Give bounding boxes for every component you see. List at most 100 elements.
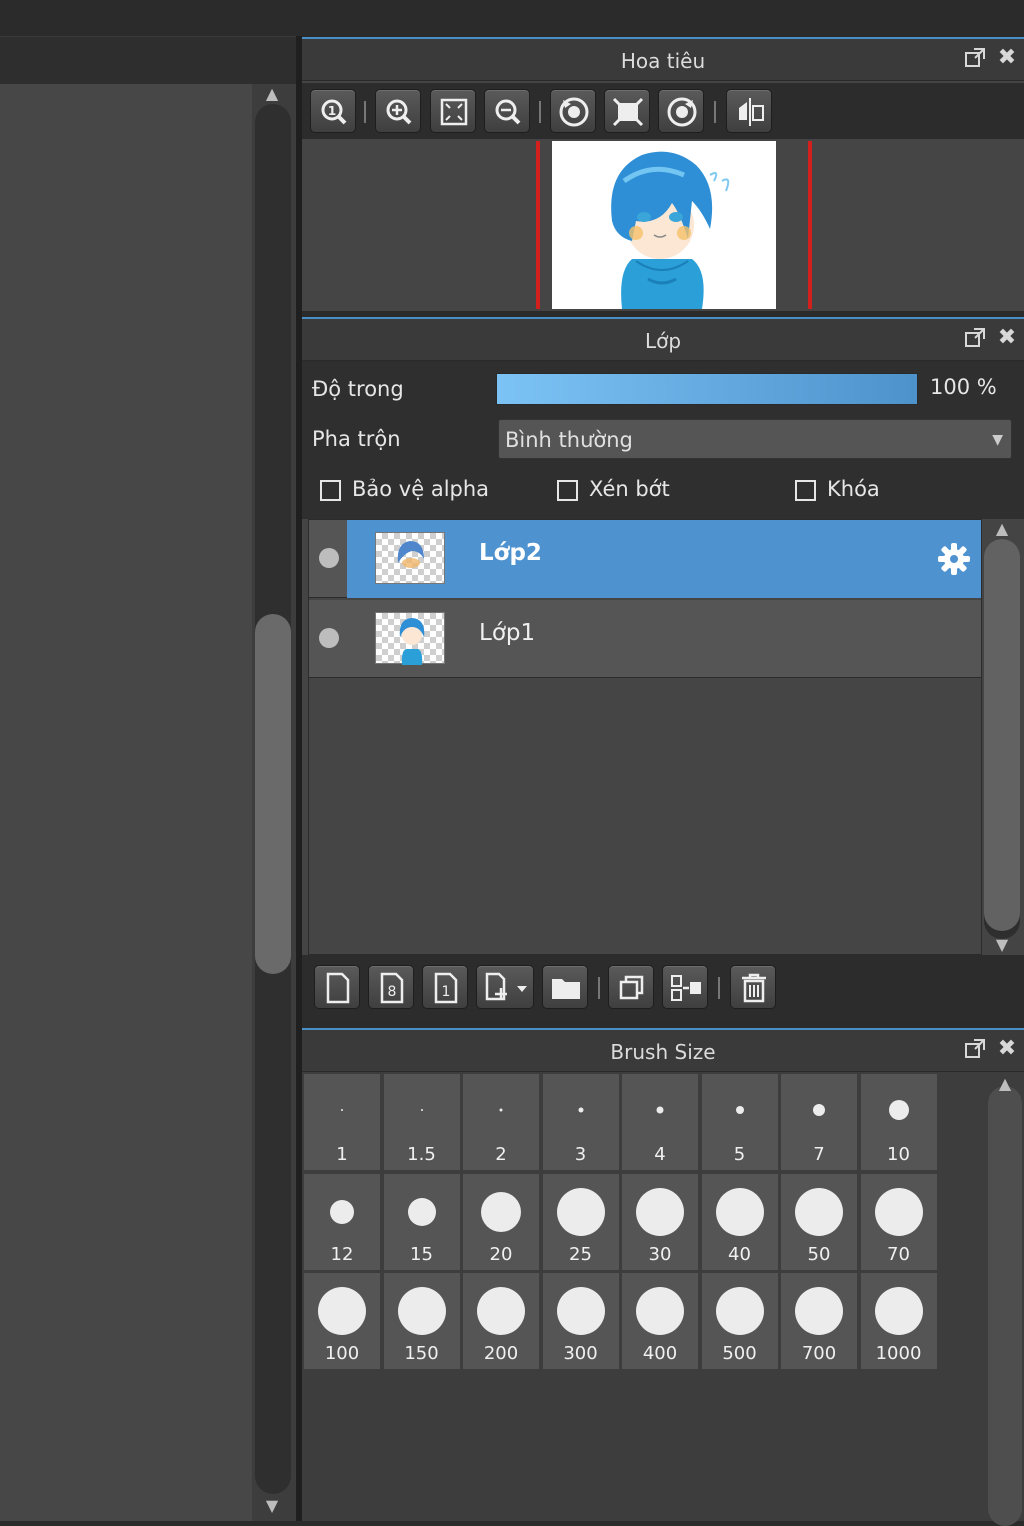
brush-scrollbar-thumb[interactable]: [988, 1086, 1022, 1526]
blend-mode-value: Bình thường: [505, 428, 633, 452]
brush-size-option[interactable]: 100: [304, 1273, 380, 1369]
folder-icon[interactable]: [542, 965, 588, 1009]
clipping-checkbox[interactable]: [557, 480, 578, 501]
duplicate-layer-icon[interactable]: [608, 965, 654, 1009]
brush-size-option[interactable]: 20: [463, 1173, 539, 1270]
brush-size-option[interactable]: 1: [304, 1074, 380, 1170]
brush-size-label: 20: [489, 1243, 513, 1265]
layer-scroll-up-icon[interactable]: ▲: [992, 519, 1012, 539]
lock-label: Khóa: [827, 477, 880, 501]
brush-size-label: 1.5: [407, 1144, 436, 1165]
layer-thumbnail: [375, 612, 445, 665]
lock-checkbox[interactable]: [795, 480, 816, 501]
layer-scroll-down-icon[interactable]: ▼: [992, 935, 1012, 955]
brush-size-label: 12: [330, 1243, 354, 1265]
brush-size-label: 30: [648, 1243, 672, 1265]
visibility-icon[interactable]: [319, 548, 339, 568]
brush-size-label: 70: [887, 1243, 910, 1265]
fit-width-icon[interactable]: [604, 89, 650, 133]
brush-size-option[interactable]: 400: [622, 1273, 698, 1369]
brush-dot-icon: [341, 1109, 343, 1111]
brush-size-option[interactable]: 4: [622, 1074, 698, 1170]
brush-size-option[interactable]: 10: [860, 1074, 937, 1170]
layer-row[interactable]: Lớp2: [309, 520, 981, 598]
brush-size-option[interactable]: 300: [542, 1273, 619, 1369]
new-layer-icon[interactable]: [314, 965, 360, 1009]
brush-size-grid: 1 1.5 2 3 4 5 7 10 12 15 20 25 30 40 50 70 100 150 200 300 4…: [302, 1074, 942, 1374]
svg-text:8: 8: [388, 984, 397, 1000]
layer-list: Lớp2 Lớp1: [308, 519, 982, 955]
brush-size-option[interactable]: 12: [304, 1173, 380, 1270]
brush-dot-icon: [636, 1187, 684, 1236]
brush-size-option[interactable]: 50: [781, 1173, 857, 1270]
popout-icon[interactable]: [962, 1036, 988, 1062]
zoom-actual-icon[interactable]: 1: [310, 89, 356, 133]
layer-row[interactable]: Lớp1: [309, 600, 981, 678]
brush-size-option[interactable]: 5: [701, 1074, 778, 1170]
toolbar-separator: [718, 977, 720, 999]
protect-alpha-checkbox[interactable]: [320, 480, 341, 501]
brush-size-option[interactable]: 25: [542, 1173, 619, 1270]
zoom-in-icon[interactable]: [375, 89, 421, 133]
brush-size-option[interactable]: 150: [383, 1273, 460, 1369]
rotate-right-icon[interactable]: [658, 89, 704, 133]
popout-icon[interactable]: [962, 45, 988, 71]
flip-horizontal-icon[interactable]: [726, 89, 772, 133]
brush-dot-icon: [656, 1106, 664, 1114]
new-8bit-layer-icon[interactable]: 8: [368, 965, 414, 1009]
navigator-panel: Hoa tiêu ✖ 1: [302, 37, 1024, 311]
brush-size-option[interactable]: 7: [781, 1074, 857, 1170]
brush-size-option[interactable]: 15: [383, 1173, 460, 1270]
gear-icon[interactable]: [935, 540, 973, 578]
fit-screen-icon[interactable]: [430, 89, 476, 133]
brush-size-option[interactable]: 1.5: [383, 1074, 460, 1170]
visibility-icon[interactable]: [319, 628, 339, 648]
brush-size-option[interactable]: 3: [542, 1074, 619, 1170]
brush-size-label: 50: [807, 1243, 831, 1265]
brush-size-option[interactable]: 2: [463, 1074, 539, 1170]
brush-size-option[interactable]: 30: [622, 1173, 698, 1270]
brush-dot-icon: [556, 1287, 605, 1335]
new-1bit-layer-icon[interactable]: 1: [422, 965, 468, 1009]
brush-dot-icon: [715, 1187, 764, 1236]
brush-size-option[interactable]: 70: [860, 1173, 937, 1270]
brush-size-option[interactable]: 40: [701, 1173, 778, 1270]
brush-dot-icon: [636, 1287, 684, 1335]
brush-size-label: 10: [887, 1144, 910, 1165]
add-layer-menu-icon[interactable]: [476, 965, 534, 1009]
brush-size-label: 500: [722, 1343, 757, 1364]
merge-layer-icon[interactable]: [662, 965, 708, 1009]
app-top-bar: [0, 0, 1024, 36]
close-icon[interactable]: ✖: [994, 1036, 1020, 1062]
brush-size-option[interactable]: 200: [463, 1273, 539, 1369]
layer-panel-title: Lớp: [302, 319, 1024, 361]
brush-size-label: 7: [813, 1144, 825, 1165]
canvas-scroll-down-icon[interactable]: ▼: [262, 1496, 282, 1516]
svg-text:1: 1: [328, 104, 336, 118]
navigator-preview[interactable]: [302, 139, 1024, 311]
brush-dot-icon: [556, 1187, 605, 1236]
layer-name: Lớp1: [479, 620, 536, 646]
opacity-slider[interactable]: [496, 373, 918, 405]
brush-dot-icon: [420, 1109, 423, 1111]
canvas-scroll-up-icon[interactable]: ▲: [262, 84, 282, 104]
delete-layer-icon[interactable]: [730, 965, 776, 1009]
zoom-out-icon[interactable]: [484, 89, 530, 133]
close-icon[interactable]: ✖: [994, 45, 1020, 71]
rotate-left-icon[interactable]: [550, 89, 596, 133]
brush-size-option[interactable]: 700: [781, 1273, 857, 1369]
brush-size-label: 40: [728, 1243, 751, 1265]
brush-size-option[interactable]: 500: [701, 1273, 778, 1369]
close-icon[interactable]: ✖: [994, 325, 1020, 351]
brush-size-label: 700: [801, 1343, 837, 1364]
brush-size-option[interactable]: 1000: [860, 1273, 937, 1369]
brush-size-label: 100: [324, 1343, 360, 1364]
blend-mode-select[interactable]: Bình thường ▼: [498, 419, 1012, 459]
popout-icon[interactable]: [962, 325, 988, 351]
brush-dot-icon: [888, 1100, 909, 1120]
brush-scroll-up-icon[interactable]: ▲: [995, 1074, 1015, 1094]
layer-scrollbar-thumb[interactable]: [984, 539, 1020, 931]
canvas-scrollbar-thumb[interactable]: [255, 614, 291, 974]
layer-panel: Lớp ✖ Độ trong 100 % Pha trộn Bình thườn…: [302, 317, 1024, 1019]
canvas-area[interactable]: [0, 84, 252, 1521]
